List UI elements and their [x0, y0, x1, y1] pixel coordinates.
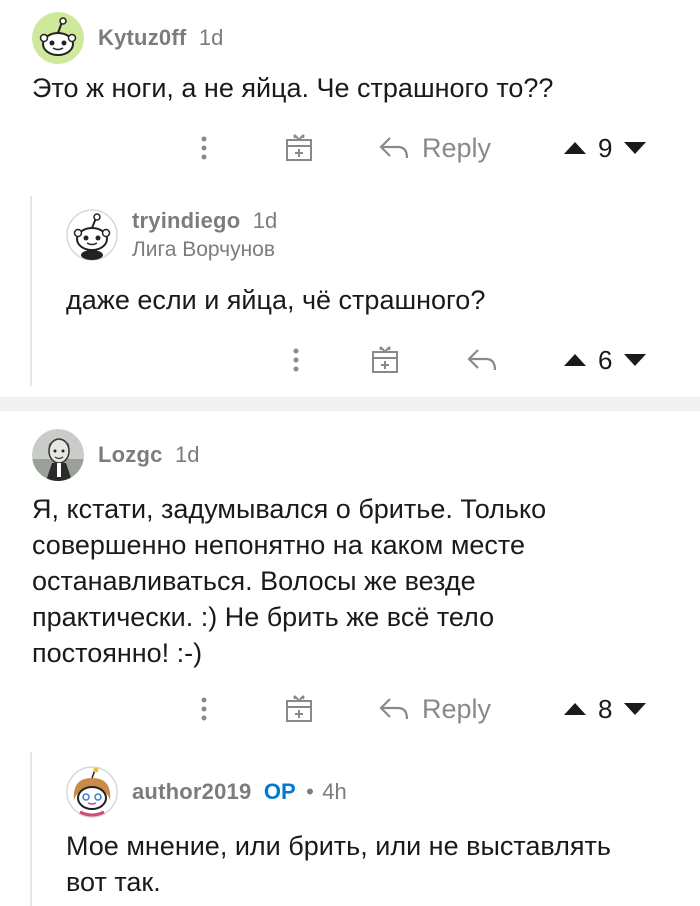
username[interactable]: author2019	[132, 779, 251, 804]
reply-button[interactable]	[466, 340, 498, 380]
downvote-icon[interactable]	[622, 689, 648, 729]
comment-header: author2019 OP • 4h	[66, 766, 347, 818]
comment-2: tryindiego 1d Лига Ворчунов даже если и …	[0, 196, 700, 396]
comment-body: Это ж ноги, а не яйца. Че страшного то??	[32, 73, 554, 103]
comment-body-line: практически. :) Не брить же всё тело	[32, 602, 495, 632]
award-button[interactable]	[284, 689, 314, 729]
user-avatar[interactable]	[66, 209, 118, 261]
user-flair: Лига Ворчунов	[132, 238, 276, 261]
user-avatar-image	[32, 429, 84, 481]
comment-body-line: Мое мнение, или брить, или не выставлять	[66, 831, 611, 861]
comment-actions: Reply 9	[0, 128, 700, 168]
award-icon	[372, 346, 398, 373]
upvote-icon[interactable]	[562, 128, 588, 168]
user-avatar[interactable]	[66, 766, 118, 818]
reply-button[interactable]: Reply	[378, 128, 491, 168]
comment-4: author2019 OP • 4h Мое мнение, или брить…	[0, 752, 700, 906]
timestamp: 1d	[175, 442, 200, 467]
comment-body: даже если и яйца, чё страшного?	[66, 285, 486, 315]
comment-body: Я, кстати, задумывался о бритье. Только …	[32, 491, 546, 671]
thread-separator	[0, 397, 700, 411]
comment-header: Kytuz0ff 1d	[32, 12, 223, 64]
user-avatar[interactable]	[32, 12, 84, 64]
downvote-icon[interactable]	[622, 340, 648, 380]
snoo-avatar-icon	[32, 12, 84, 64]
op-badge: OP	[263, 779, 296, 804]
timestamp: 4h	[322, 779, 347, 804]
vote-controls: 8	[562, 689, 648, 729]
award-button[interactable]	[284, 128, 314, 168]
comment-actions: Reply 8	[0, 689, 700, 729]
comment-header: Lozgc 1d	[32, 429, 200, 481]
vote-controls: 6	[562, 340, 648, 380]
reply-arrow-icon	[379, 137, 409, 159]
award-button[interactable]	[370, 340, 400, 380]
comment-actions: 6	[0, 340, 700, 380]
reply-label: Reply	[422, 693, 492, 724]
more-options-button[interactable]	[196, 689, 212, 729]
reply-arrow-icon	[379, 698, 409, 720]
comment-1: Kytuz0ff 1d Это ж ноги, а не яйца. Че ст…	[0, 0, 700, 200]
timestamp: 1d	[252, 208, 278, 233]
upvote-icon[interactable]	[562, 340, 588, 380]
downvote-icon[interactable]	[622, 128, 648, 168]
vote-score: 8	[598, 693, 613, 724]
username[interactable]: Kytuz0ff	[98, 25, 186, 50]
meta-separator: •	[306, 779, 314, 804]
comment-body-line: останавливаться. Волосы же везде	[32, 566, 476, 596]
vote-controls: 9	[562, 128, 648, 168]
user-avatar[interactable]	[32, 429, 84, 481]
snoo-avatar-icon	[66, 766, 118, 818]
timestamp: 1d	[198, 25, 224, 50]
more-options-icon	[201, 136, 207, 160]
comment-3: Lozgc 1d Я, кстати, задумывался о бритье…	[0, 411, 700, 741]
upvote-icon[interactable]	[562, 689, 588, 729]
comment-body-line: Я, кстати, задумывался о бритье. Только	[32, 494, 547, 524]
vote-score: 6	[598, 344, 613, 375]
more-options-icon	[201, 697, 207, 721]
comment-header: tryindiego 1d Лига Ворчунов	[66, 208, 277, 262]
more-options-button[interactable]	[196, 128, 212, 168]
comment-body-line: вот так.	[66, 867, 161, 897]
vote-score: 9	[598, 132, 613, 163]
snoo-avatar-icon	[66, 209, 118, 261]
reply-label: Reply	[422, 132, 492, 163]
reply-arrow-icon	[467, 349, 497, 371]
username[interactable]: tryindiego	[132, 208, 240, 233]
comment-body: Мое мнение, или брить, или не выставлять…	[66, 828, 611, 900]
username[interactable]: Lozgc	[98, 442, 163, 467]
reply-button[interactable]: Reply	[378, 689, 491, 729]
more-options-icon	[293, 348, 299, 372]
award-icon	[286, 134, 312, 161]
award-icon	[286, 695, 312, 722]
comment-body-line: постоянно! :-)	[32, 638, 203, 668]
more-options-button[interactable]	[288, 340, 304, 380]
comment-body-line: совершенно непонятно на каком месте	[32, 530, 526, 560]
